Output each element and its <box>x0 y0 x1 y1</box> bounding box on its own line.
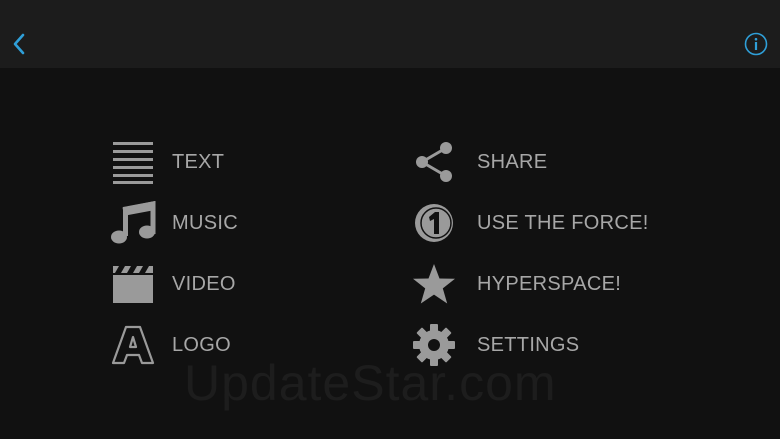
menu-item-hyperspace[interactable]: HYPERSPACE! <box>410 260 621 308</box>
menu-item-video[interactable]: VIDEO <box>109 260 236 308</box>
menu-item-use-the-force[interactable]: USE THE FORCE! <box>410 199 649 247</box>
star-icon <box>410 260 458 308</box>
menu-item-label: LOGO <box>172 333 231 356</box>
menu-item-music[interactable]: MUSIC <box>109 199 238 247</box>
app-screen: TEXT MUSIC VIDEO LOGO SHARE USE THE FORC… <box>0 0 780 439</box>
share-icon <box>410 138 458 186</box>
menu-item-label: HYPERSPACE! <box>477 272 622 295</box>
gear-icon <box>410 321 458 369</box>
menu-item-label: USE THE FORCE! <box>477 211 649 234</box>
chevron-left-icon <box>13 33 25 55</box>
text-lines-icon <box>109 138 157 186</box>
menu-item-label: SETTINGS <box>477 333 580 356</box>
coin-one-icon <box>410 199 458 247</box>
menu-item-text[interactable]: TEXT <box>109 138 224 186</box>
back-button[interactable] <box>6 28 32 60</box>
logo-a-icon <box>109 321 157 369</box>
menu-item-logo[interactable]: LOGO <box>109 321 231 369</box>
info-icon <box>744 32 768 56</box>
menu-item-label: SHARE <box>477 150 548 173</box>
top-bar <box>0 0 780 68</box>
menu-item-settings[interactable]: SETTINGS <box>410 321 579 369</box>
menu-item-label: TEXT <box>172 150 225 173</box>
music-note-icon <box>109 199 157 247</box>
info-button[interactable] <box>742 30 770 58</box>
menu-item-label: MUSIC <box>172 211 238 234</box>
menu-item-share[interactable]: SHARE <box>410 138 547 186</box>
menu-item-label: VIDEO <box>172 272 236 295</box>
clapperboard-icon <box>109 260 157 308</box>
